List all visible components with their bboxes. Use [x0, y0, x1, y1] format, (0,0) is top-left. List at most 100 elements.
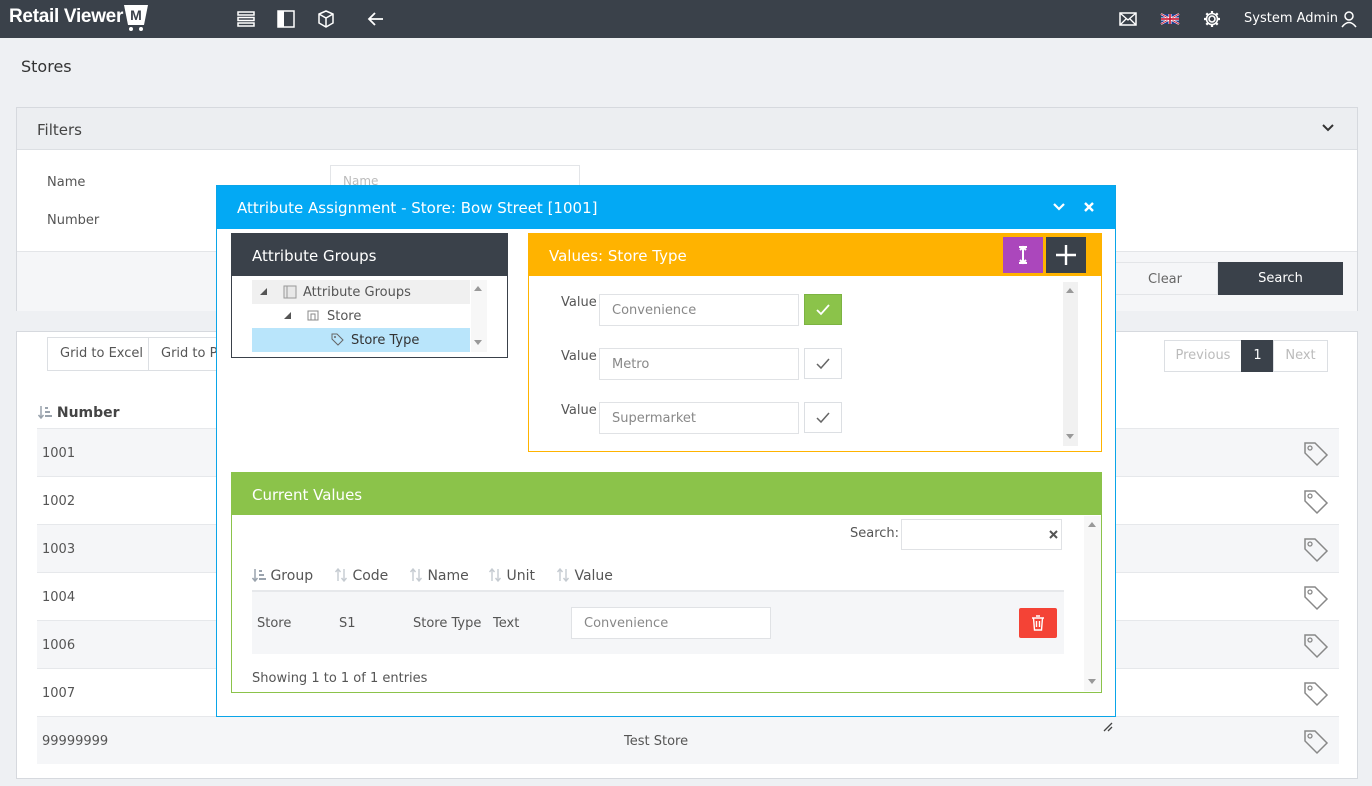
filters-header[interactable]: Filters	[17, 108, 1357, 150]
current-values-scrollbar[interactable]	[1084, 516, 1101, 691]
tree-node-store-type[interactable]: Store Type	[252, 328, 470, 352]
sort-both-icon	[488, 567, 502, 583]
store-number: 1007	[42, 686, 76, 701]
tag-icon[interactable]	[1302, 680, 1330, 708]
current-values-search-input[interactable]	[901, 519, 1062, 550]
table-row[interactable]: 99999999 Test Store	[37, 716, 1339, 764]
text-cursor-button[interactable]	[1003, 237, 1043, 273]
logo-cart-icon: M	[124, 5, 148, 31]
top-bar: Retail Viewer M System Admin	[0, 0, 1372, 38]
list-icon[interactable]	[236, 9, 256, 29]
user-name[interactable]: System Admin	[1244, 11, 1338, 26]
expand-triangle-icon[interactable]	[260, 288, 268, 296]
attribute-tree: Attribute Groups Store Store Type	[252, 280, 488, 352]
select-value-button[interactable]	[804, 294, 842, 325]
resize-handle-icon[interactable]	[1103, 722, 1113, 732]
number-label: Number	[47, 213, 100, 228]
clear-button[interactable]: Clear	[1112, 262, 1218, 295]
scroll-down-icon[interactable]	[474, 340, 482, 345]
name-label: Name	[47, 175, 86, 190]
cell-value-input[interactable]: Convenience	[571, 607, 771, 639]
value-input-supermarket[interactable]: Supermarket	[599, 402, 799, 434]
column-header-name[interactable]: Name	[409, 567, 469, 584]
store-icon	[307, 310, 319, 321]
values-scrollbar[interactable]	[1063, 282, 1078, 446]
tree-node-attribute-groups[interactable]: Attribute Groups	[252, 280, 470, 304]
tree-label: Store	[327, 309, 362, 324]
previous-page-button[interactable]: Previous	[1164, 340, 1242, 372]
sort-both-icon	[409, 567, 423, 583]
chevron-down-icon[interactable]	[1321, 121, 1335, 135]
page-title: Stores	[21, 57, 72, 76]
current-values-panel: Current Values Search: Group Code Name U…	[231, 472, 1102, 693]
store-number: 1004	[42, 590, 76, 605]
scroll-up-icon[interactable]	[1088, 522, 1096, 527]
tag-icon[interactable]	[1302, 584, 1330, 612]
column-header-value[interactable]: Value	[556, 567, 613, 584]
select-value-button[interactable]	[804, 402, 842, 433]
sort-icon	[251, 569, 266, 583]
scroll-up-icon[interactable]	[1066, 288, 1074, 293]
uk-flag-icon[interactable]	[1160, 9, 1180, 29]
tag-icon[interactable]	[1302, 728, 1330, 756]
column-label: Name	[427, 568, 469, 584]
add-value-button[interactable]	[1046, 237, 1086, 273]
attribute-groups-panel: Attribute Groups Attribute Groups Store …	[231, 233, 508, 358]
tag-icon[interactable]	[1302, 632, 1330, 660]
store-number: 1003	[42, 542, 76, 557]
sidebar-icon[interactable]	[276, 9, 296, 29]
value-label: Value	[561, 349, 597, 364]
grid-to-excel-button[interactable]: Grid to Excel	[47, 337, 157, 371]
cell-group: Store	[257, 616, 292, 631]
delete-button[interactable]	[1019, 608, 1057, 638]
text-cursor-icon	[1019, 245, 1027, 265]
dialog-header[interactable]: Attribute Assignment - Store: Bow Street…	[217, 186, 1115, 229]
tree-node-store[interactable]: Store	[252, 304, 470, 328]
store-number: 1002	[42, 494, 76, 509]
table-row[interactable]: Store S1 Store Type Text Convenience	[252, 592, 1064, 654]
column-label: Unit	[506, 568, 535, 584]
column-header-unit[interactable]: Unit	[488, 567, 535, 584]
check-icon	[816, 412, 830, 424]
search-button[interactable]: Search	[1218, 262, 1343, 295]
dialog-title: Attribute Assignment - Store: Bow Street…	[237, 199, 598, 217]
chevron-down-icon[interactable]	[1052, 200, 1066, 214]
sort-both-icon	[556, 567, 570, 583]
gear-icon[interactable]	[1202, 9, 1222, 29]
tree-scrollbar[interactable]	[471, 280, 487, 352]
column-header-number[interactable]: Number	[37, 405, 120, 421]
user-icon[interactable]	[1339, 9, 1359, 29]
filters-title: Filters	[37, 121, 82, 139]
next-page-button[interactable]: Next	[1273, 340, 1328, 372]
value-input-convenience[interactable]: Convenience	[599, 294, 799, 326]
store-number: 99999999	[42, 734, 109, 749]
trash-icon	[1032, 615, 1044, 631]
scroll-up-icon[interactable]	[474, 286, 482, 291]
expand-triangle-icon[interactable]	[284, 312, 292, 320]
column-label: Code	[352, 568, 389, 584]
page-1-button[interactable]: 1	[1241, 340, 1274, 372]
back-arrow-icon[interactable]	[366, 9, 386, 29]
values-title: Values: Store Type	[549, 247, 687, 265]
tag-icon[interactable]	[1302, 440, 1330, 468]
column-label: Group	[270, 568, 314, 584]
store-name: Test Store	[624, 734, 689, 749]
cell-code: S1	[339, 616, 356, 631]
value-input-metro[interactable]: Metro	[599, 348, 799, 380]
clear-search-icon[interactable]	[1048, 529, 1059, 540]
cube-icon[interactable]	[316, 9, 336, 29]
close-icon[interactable]	[1082, 200, 1096, 214]
column-header-number-label: Number	[56, 405, 120, 421]
tag-icon[interactable]	[1302, 536, 1330, 564]
app-logo[interactable]: Retail Viewer	[9, 6, 123, 28]
attribute-groups-title: Attribute Groups	[232, 234, 507, 276]
column-header-group[interactable]: Group	[251, 568, 314, 584]
scroll-down-icon[interactable]	[1088, 679, 1096, 684]
sort-icon	[37, 406, 52, 420]
mail-icon[interactable]	[1118, 9, 1138, 29]
entries-info: Showing 1 to 1 of 1 entries	[252, 671, 428, 686]
tag-icon[interactable]	[1302, 488, 1330, 516]
select-value-button[interactable]	[804, 348, 842, 379]
column-header-code[interactable]: Code	[334, 567, 389, 584]
scroll-down-icon[interactable]	[1066, 434, 1074, 439]
